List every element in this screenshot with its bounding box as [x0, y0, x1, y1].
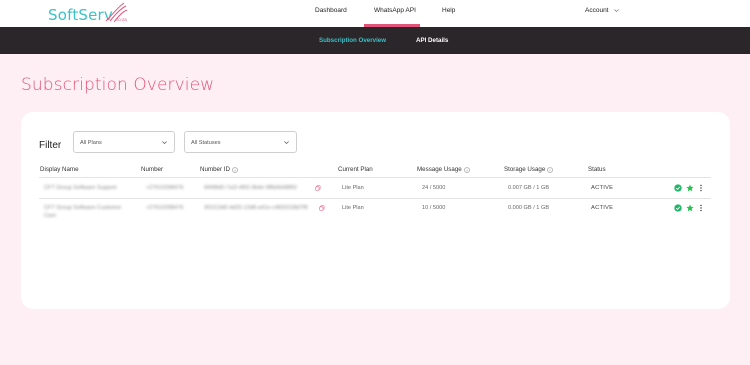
statuses-select[interactable]: All Statuses: [184, 131, 297, 153]
header-current-plan: Current Plan: [338, 166, 373, 173]
check-circle-icon[interactable]: [674, 204, 682, 212]
nav-dashboard[interactable]: Dashboard: [315, 7, 347, 14]
header-number: Number: [141, 166, 164, 173]
header-number-id: Number ID: [200, 166, 238, 173]
header-display-name: Display Name: [40, 166, 79, 173]
account-label: Account: [585, 7, 609, 14]
header-message-usage: Message Usage: [417, 166, 470, 173]
row-plan: Lite Plan: [342, 205, 364, 211]
row-display-name: CFT Group Software Customer: [44, 205, 122, 211]
subscriptions-card: Filter All Plans All Statuses Display Na…: [21, 112, 730, 309]
row-storage-usage: 0.007 GB / 1 GB: [508, 185, 550, 191]
row-number-id: 3f1013d0-4d20-13d8-a41e-c4820228d7f8: [204, 205, 308, 211]
row-number: +27610298476: [146, 185, 184, 191]
sub-navbar: Subscription Overview API Details: [0, 27, 750, 54]
more-vertical-icon[interactable]: [697, 204, 705, 212]
more-vertical-icon[interactable]: [697, 184, 705, 192]
check-circle-icon[interactable]: [674, 184, 682, 192]
status-badge: ACTIVE: [591, 185, 614, 191]
chevron-down-icon: [613, 9, 619, 13]
plans-select[interactable]: All Plans: [73, 131, 175, 153]
row-display-name-cont: Care: [44, 213, 57, 219]
tab-subscription-overview[interactable]: Subscription Overview: [319, 37, 386, 44]
brand-logo[interactable]: SoftServ co.za: [48, 2, 128, 24]
row-message-usage: 24 / 5000: [422, 185, 446, 191]
copy-icon[interactable]: [319, 205, 325, 211]
info-icon[interactable]: [463, 166, 470, 173]
plans-select-value: All Plans: [80, 140, 102, 146]
row-number: +27610298476: [146, 205, 184, 211]
chevron-down-icon: [162, 141, 167, 145]
statuses-select-value: All Statuses: [191, 140, 221, 146]
row-divider: [39, 198, 711, 199]
top-navbar: SoftServ co.za Dashboard WhatsApp API He…: [0, 0, 750, 27]
info-icon[interactable]: [547, 166, 554, 173]
row-message-usage: 10 / 5000: [422, 205, 446, 211]
star-icon[interactable]: [686, 204, 694, 212]
account-menu[interactable]: Account: [585, 7, 620, 14]
filter-label: Filter: [39, 140, 62, 151]
header-divider: [39, 177, 711, 178]
chevron-down-icon: [284, 141, 289, 145]
star-icon[interactable]: [686, 184, 694, 192]
header-storage-usage: Storage Usage: [504, 166, 554, 173]
page-title: Subscription Overview: [21, 75, 215, 95]
row-storage-usage: 0.000 GB / 1 GB: [508, 205, 550, 211]
row-display-name: CFT Group Software Support: [44, 185, 117, 191]
row-number-id: 6f498d0-7a1f-4f92-9b4e-9f8d4d48f92: [204, 185, 297, 191]
row-plan: Lite Plan: [342, 185, 364, 191]
info-icon[interactable]: [232, 166, 238, 173]
nav-whatsapp-api[interactable]: WhatsApp API: [374, 7, 416, 14]
tab-api-details[interactable]: API Details: [416, 37, 448, 44]
status-badge: ACTIVE: [591, 205, 614, 211]
copy-icon[interactable]: [315, 185, 321, 191]
nav-help[interactable]: Help: [442, 7, 455, 14]
header-status: Status: [588, 166, 606, 173]
brand-suffix: co.za: [116, 17, 127, 22]
